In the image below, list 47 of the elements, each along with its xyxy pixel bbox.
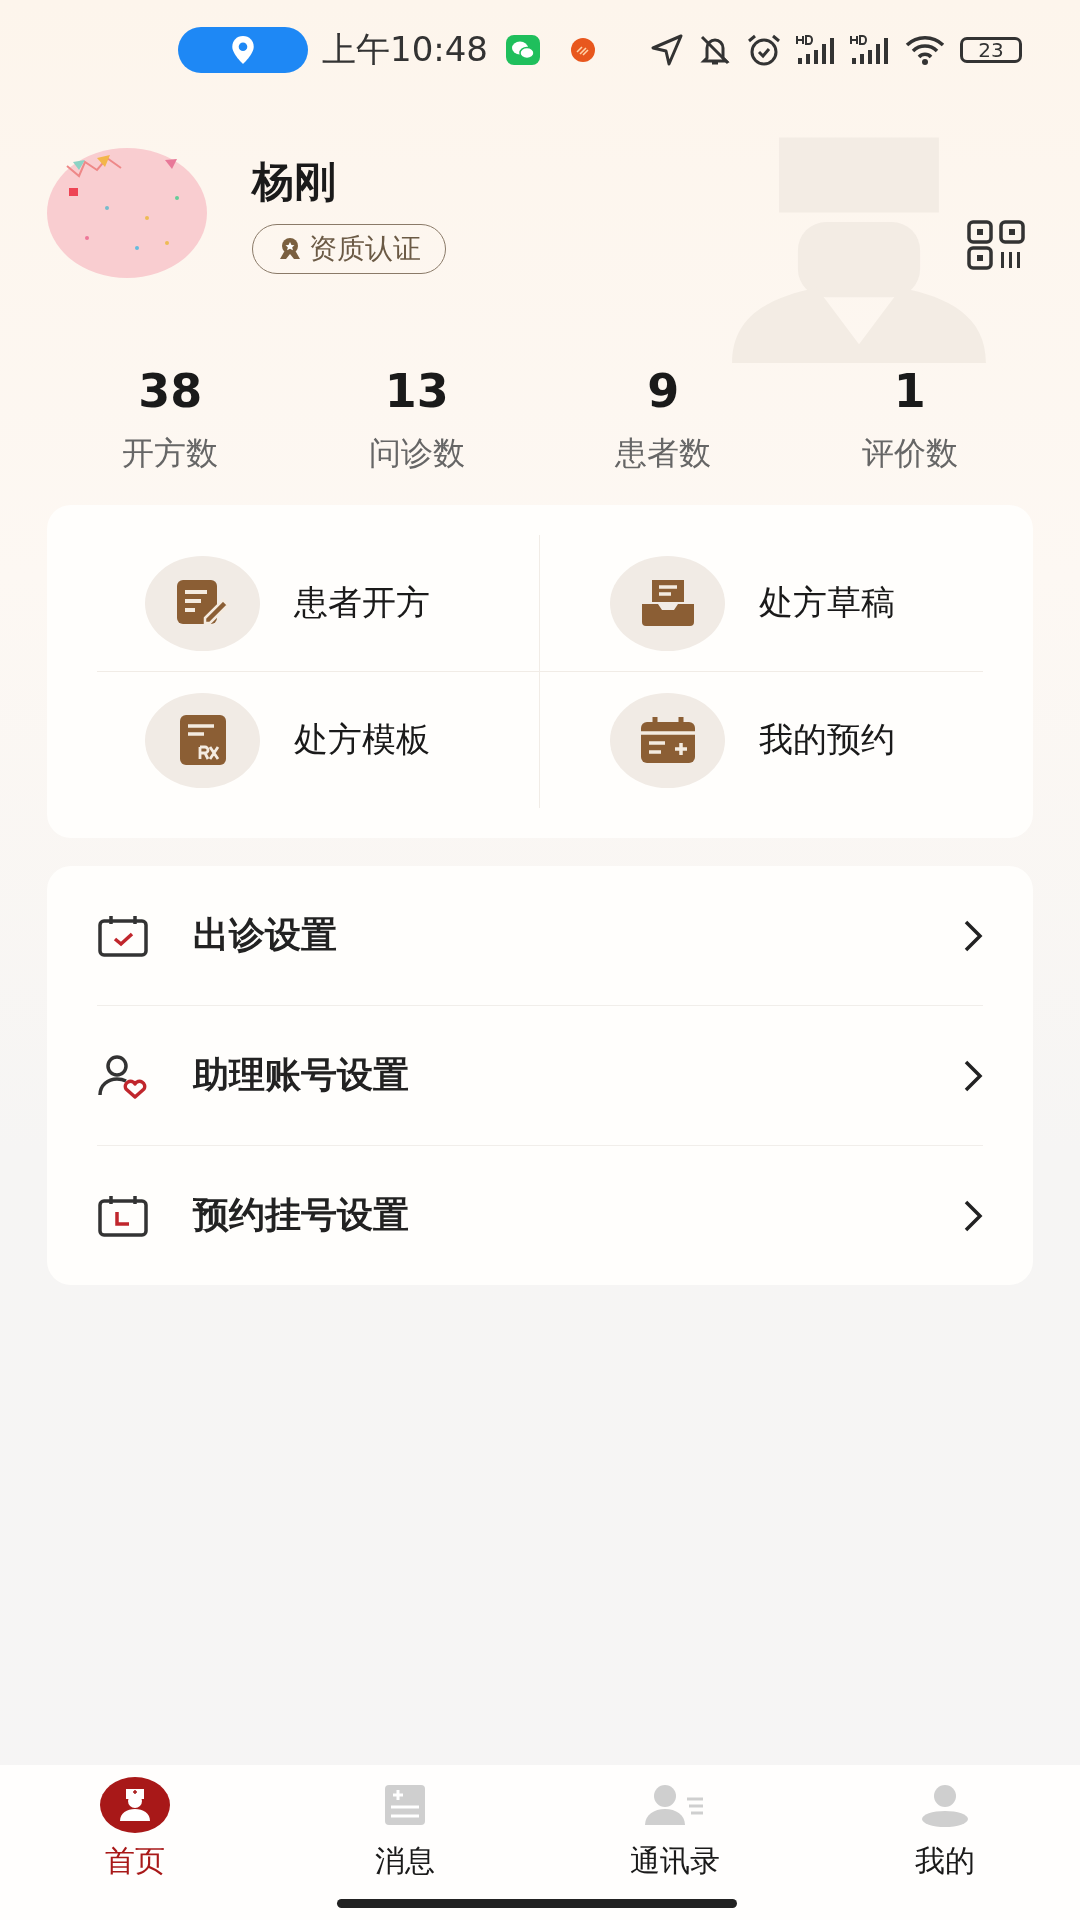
alarm-clock-icon [746,33,782,67]
chevron-right-icon [963,1198,983,1233]
stat-value: 13 [384,364,449,418]
doctor-icon [100,1777,170,1833]
settings-label: 出诊设置 [193,913,338,957]
shortcut-item[interactable]: 处方草稿 [540,535,983,672]
tab[interactable]: 通讯录 [540,1777,810,1887]
app-notification-icon [570,37,596,63]
settings-row[interactable]: 出诊设置 [97,866,983,1006]
calendar-check-icon [97,913,149,958]
qr-code-icon[interactable] [967,220,1027,270]
chat-app-icon [506,35,540,65]
settings-row[interactable]: 预约挂号设置 [97,1146,983,1285]
location-pin-icon [230,35,256,65]
chevron-right-icon [963,918,983,953]
wifi-icon [904,34,946,66]
hd-signal-icon [850,34,890,66]
clock-time: 上午10:48 [322,28,488,71]
bell-off-icon [698,33,732,67]
rx-document-icon [177,713,228,767]
tab[interactable]: 首页 [0,1777,270,1887]
stat-value: 9 [647,364,680,418]
award-icon [277,236,303,262]
shortcut-item[interactable]: 处方模板 [97,672,540,808]
stat-label: 问诊数 [368,433,465,474]
settings-label: 助理账号设置 [193,1053,410,1097]
settings-label: 预约挂号设置 [193,1193,410,1237]
certification-button[interactable]: 资质认证 [252,224,446,274]
calendar-time-icon [97,1193,149,1238]
tab[interactable]: 消息 [270,1777,540,1887]
settings-row[interactable]: 助理账号设置 [97,1006,983,1146]
tab[interactable]: 我的 [810,1777,1080,1887]
stat-label: 开方数 [122,433,219,474]
hd-signal-icon [796,34,836,66]
doctor-name: 杨刚 [252,156,337,208]
stat-label: 评价数 [861,433,958,474]
stat-value: 38 [138,364,203,418]
navigation-arrow-icon [650,33,684,67]
calendar-plus-icon [638,715,697,765]
stat-label: 患者数 [615,433,712,474]
stat-value: 1 [893,364,926,418]
battery-indicator: 23 [960,37,1022,63]
chevron-right-icon [963,1058,983,1093]
person-heart-icon [97,1052,149,1099]
inbox-tray-icon [639,578,696,628]
shortcut-item[interactable]: 我的预约 [540,672,983,808]
shortcut-item[interactable]: 患者开方 [97,535,540,672]
